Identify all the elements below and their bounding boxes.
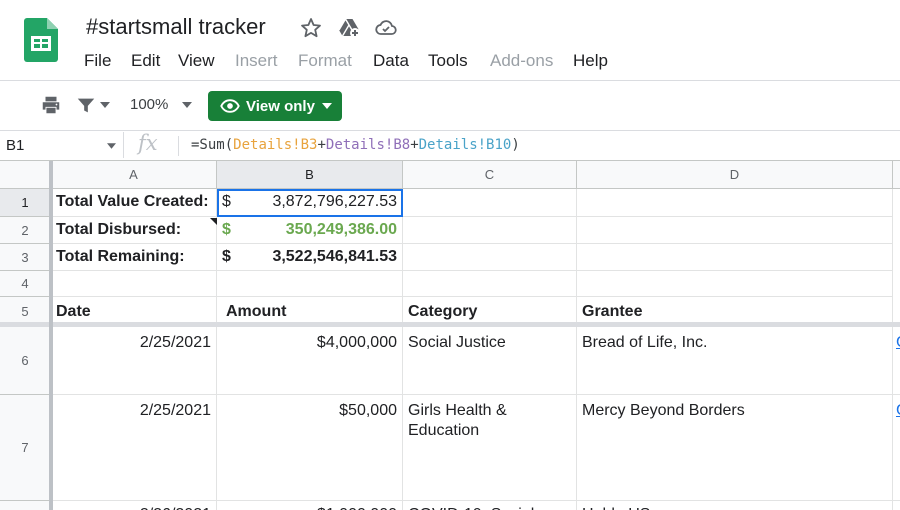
summary-disbursed[interactable]: $ 350,249,386.00 [217, 217, 403, 244]
formula-plus-2: + [410, 137, 419, 153]
spreadsheet-grid[interactable]: A B C D 1 2 3 4 5 6 7 Total Value Create… [0, 161, 900, 510]
empty-cell[interactable] [577, 244, 893, 271]
summary-remaining[interactable]: $ 3,522,546,841.53 [217, 244, 403, 271]
table-cell-category[interactable]: Girls Health & Education [403, 395, 577, 501]
header-divider [0, 80, 900, 81]
empty-cell[interactable] [403, 244, 577, 271]
summary-amount: 350,249,386.00 [285, 221, 397, 238]
star-icon[interactable] [299, 16, 323, 40]
table-cell-category[interactable]: COVID-19, Social [403, 501, 577, 510]
empty-cell[interactable] [577, 271, 893, 297]
filter-dropdown-icon[interactable] [100, 102, 110, 108]
table-cell-amount[interactable]: $4,000,000 [217, 327, 403, 395]
formula-prefix: =Sum( [191, 137, 234, 153]
comment-indicator-icon[interactable] [210, 218, 217, 225]
filter-icon[interactable] [75, 94, 97, 116]
table-cell-date[interactable]: 2/25/2021 [51, 395, 217, 501]
table-cell-grantee[interactable]: Mercy Beyond Borders [577, 395, 893, 501]
summary-amount: 3,522,546,841.53 [272, 248, 397, 265]
menu-data[interactable]: Data [373, 51, 409, 71]
formula-ref-3: Details!B10 [418, 137, 512, 153]
menu-help[interactable]: Help [573, 51, 608, 71]
empty-cell[interactable] [403, 217, 577, 244]
view-only-button[interactable]: View only [208, 91, 342, 121]
table-cell-link-stub[interactable]: G [893, 327, 900, 395]
formula-plus-1: + [317, 137, 326, 153]
toolbar-divider [0, 130, 900, 131]
menu-add-ons: Add-ons [490, 51, 554, 70]
row-header-3[interactable]: 3 [0, 244, 51, 271]
menu-insert: Insert [235, 51, 278, 70]
row-header-4[interactable]: 4 [0, 271, 51, 297]
column-header-e[interactable] [893, 161, 900, 189]
formula-ref-1: Details!B3 [233, 137, 318, 153]
view-only-label: View only [246, 97, 315, 115]
table-cell-date[interactable]: 2/25/2021 [51, 327, 217, 395]
table-cell-grantee[interactable]: Habla US [577, 501, 893, 510]
column-header-b[interactable]: B [217, 161, 403, 189]
summary-label-remaining[interactable]: Total Remaining: [51, 244, 217, 271]
menu-format: Format [298, 51, 352, 70]
summary-label-disbursed[interactable]: Total Disbursed: [51, 217, 217, 244]
empty-cell[interactable] [577, 217, 893, 244]
empty-cell[interactable] [403, 271, 577, 297]
document-title[interactable]: #startsmall tracker [86, 14, 266, 40]
zoom-select[interactable]: 100% [130, 96, 168, 113]
empty-cell[interactable] [51, 271, 217, 297]
eye-icon [220, 99, 240, 113]
table-cell-date[interactable]: 2/26/2021 [51, 501, 217, 510]
table-cell-category[interactable]: Social Justice [403, 327, 577, 395]
table-cell-link-stub[interactable]: G [893, 395, 900, 501]
formula-ref-2: Details!B8 [325, 137, 411, 153]
table-cell-amount[interactable]: $50,000 [217, 395, 403, 501]
menu-file[interactable]: File [84, 51, 111, 71]
currency-symbol: $ [222, 248, 231, 265]
table-cell-grantee[interactable]: Bread of Life, Inc. [577, 327, 893, 395]
name-box[interactable]: B1 [6, 137, 24, 154]
row-header-6[interactable]: 6 [0, 327, 51, 395]
row-header-1[interactable]: 1 [0, 189, 51, 217]
name-box-divider [123, 132, 124, 158]
chevron-down-icon[interactable] [107, 143, 116, 149]
sheets-logo-icon[interactable] [24, 18, 58, 62]
empty-cell[interactable] [403, 189, 577, 217]
empty-cell[interactable] [577, 189, 893, 217]
print-icon[interactable] [40, 94, 62, 116]
column-header-c[interactable]: C [403, 161, 577, 189]
cloud-saved-icon[interactable] [374, 16, 398, 40]
row-header-7[interactable]: 7 [0, 395, 51, 501]
column-header-a[interactable]: A [51, 161, 217, 189]
frozen-column-divider[interactable] [49, 161, 53, 510]
table-cell-amount[interactable]: $1,000,000 [217, 501, 403, 510]
formula-suffix: ) [511, 137, 520, 153]
select-all-corner[interactable] [0, 161, 51, 189]
chevron-down-icon[interactable] [182, 102, 192, 108]
fx-divider [178, 136, 179, 156]
column-header-d[interactable]: D [577, 161, 893, 189]
chevron-down-icon [321, 103, 332, 109]
row-header-2[interactable]: 2 [0, 217, 51, 244]
empty-cell[interactable] [217, 271, 403, 297]
menu-view[interactable]: View [178, 51, 215, 71]
currency-symbol: $ [222, 221, 231, 238]
active-cell-selection [217, 189, 403, 217]
menu-tools[interactable]: Tools [428, 51, 468, 71]
formula-input[interactable]: =Sum(Details!B3+Details!B8+Details!B10) [191, 137, 520, 153]
fx-icon: fx [138, 131, 158, 155]
row-header-8[interactable] [0, 501, 51, 510]
summary-label-value-created[interactable]: Total Value Created: [51, 189, 217, 217]
move-to-drive-icon[interactable] [337, 16, 361, 40]
menu-edit[interactable]: Edit [131, 51, 160, 71]
